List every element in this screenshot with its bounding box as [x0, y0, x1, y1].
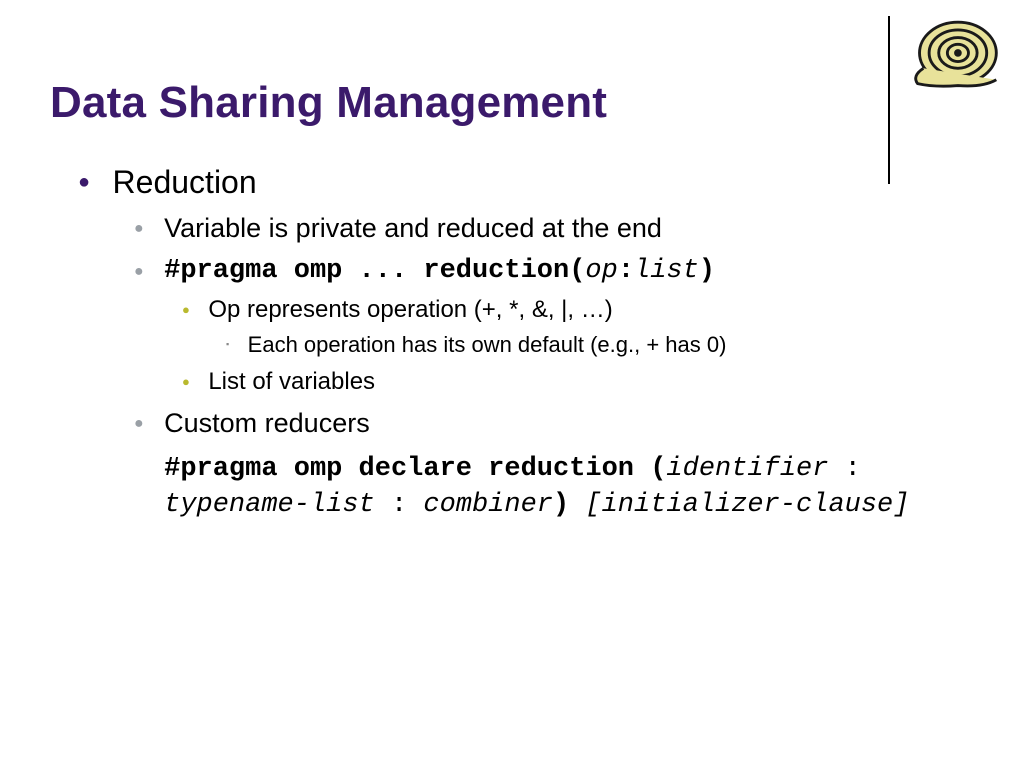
- bullet-list-l2: ● Variable is private and reduced at the…: [134, 213, 974, 524]
- bullet-icon: ●: [182, 303, 190, 316]
- code-text: #pragma omp ... reduction(op:list): [164, 256, 715, 286]
- bullet-icon: ●: [134, 221, 144, 237]
- bullet-icon: ●: [78, 172, 90, 192]
- snail-icon: [908, 12, 1004, 90]
- item-text: Reduction: [113, 164, 257, 201]
- item-text: Op represents operation (+, *, &, |, …): [208, 296, 612, 324]
- bullet-list-l3: ● Op represents operation (+, *, &, |, ……: [182, 296, 974, 396]
- list-item: ● Custom reducers: [134, 408, 974, 439]
- slide-title: Data Sharing Management: [50, 78, 974, 128]
- code-text: #pragma omp declare reduction (identifie…: [164, 451, 909, 524]
- list-item: ● #pragma omp declare reduction (identif…: [134, 451, 974, 524]
- corner-decoration: [888, 12, 1004, 184]
- list-item: ● Op represents operation (+, *, &, |, ……: [182, 296, 974, 358]
- bullet-list-l4: ▪ Each operation has its own default (e.…: [226, 332, 974, 358]
- list-item: ● Reduction ● Variable is private and re…: [78, 164, 974, 524]
- list-item: ● #pragma omp ... reduction(op:list) ● O…: [134, 256, 974, 396]
- item-text: List of variables: [208, 368, 375, 396]
- item-text: Variable is private and reduced at the e…: [164, 213, 662, 244]
- item-text: Custom reducers: [164, 408, 370, 439]
- bullet-list-l1: ● Reduction ● Variable is private and re…: [78, 164, 974, 524]
- vertical-divider: [888, 16, 890, 184]
- bullet-icon: ●: [134, 416, 144, 432]
- list-item: ● List of variables: [182, 368, 974, 396]
- bullet-icon: ●: [182, 375, 190, 388]
- list-item: ▪ Each operation has its own default (e.…: [226, 332, 974, 358]
- list-item: ● Variable is private and reduced at the…: [134, 213, 974, 244]
- slide: Data Sharing Management ● Reduction ● Va…: [0, 0, 1024, 768]
- bullet-icon: ●: [134, 264, 144, 280]
- item-text: Each operation has its own default (e.g.…: [248, 332, 727, 358]
- bullet-icon: ▪: [226, 340, 229, 349]
